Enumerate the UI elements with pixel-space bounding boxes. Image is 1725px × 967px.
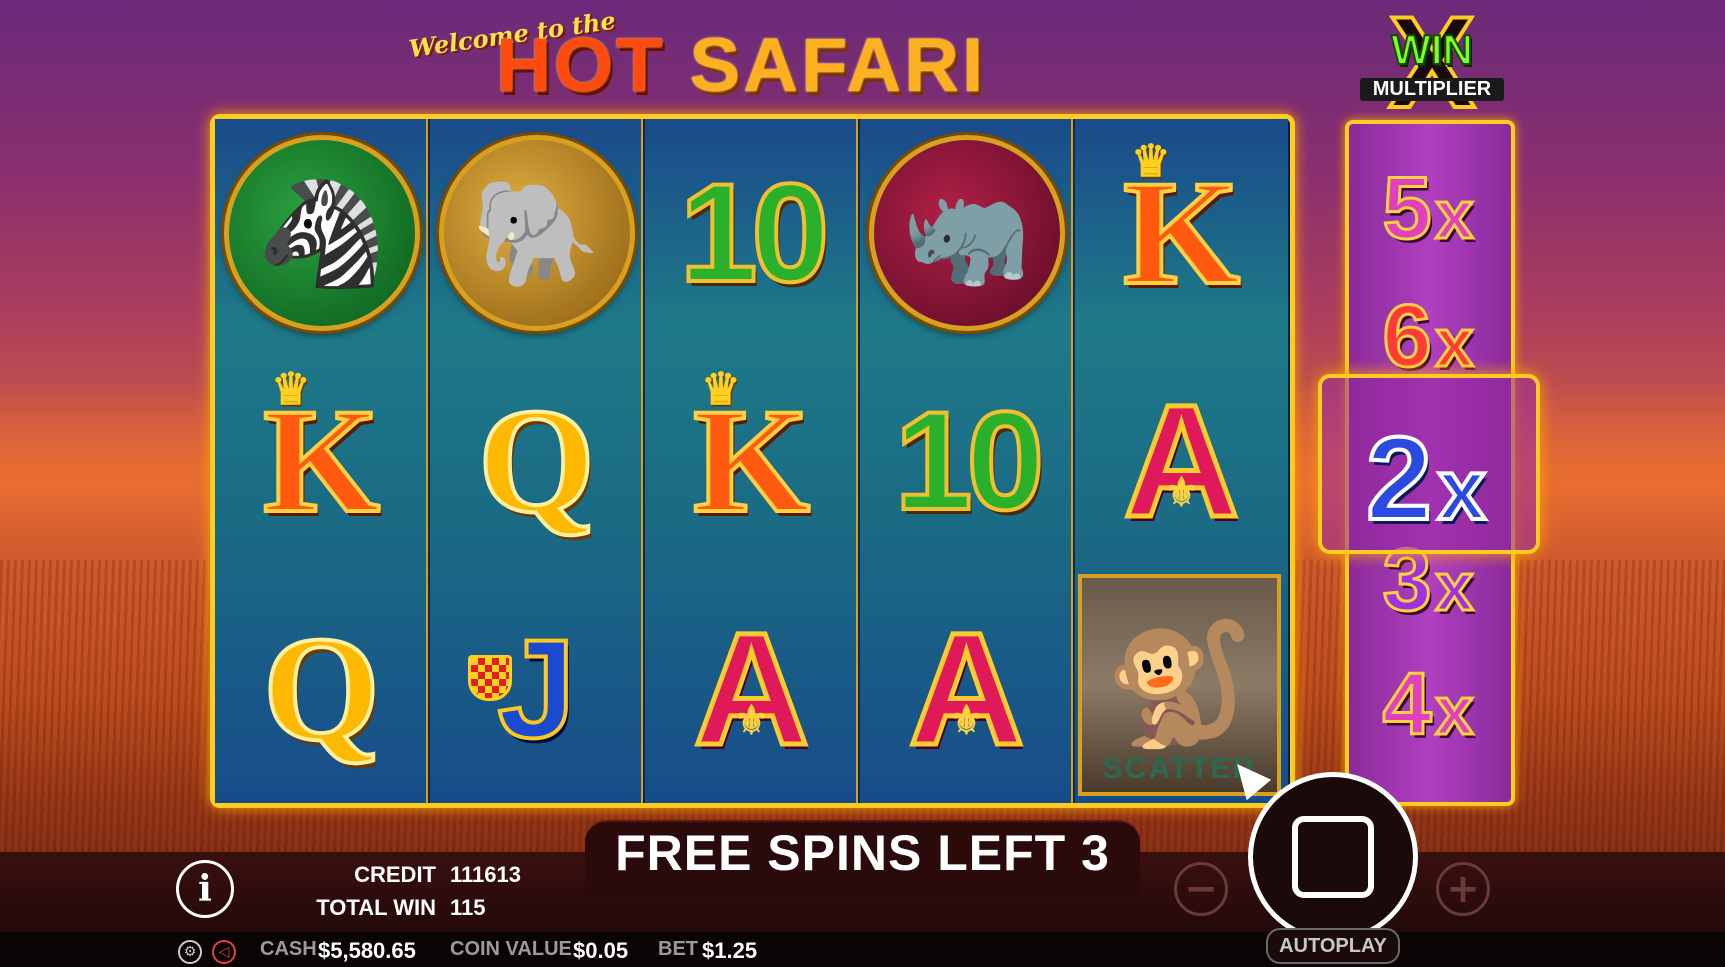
fleur-de-lis-icon: ⚜: [733, 699, 770, 743]
fleur-de-lis-icon: ⚜: [948, 699, 985, 743]
credit-value: 111613: [450, 862, 521, 887]
reel-cell: 🦓: [215, 119, 428, 347]
info-button[interactable]: i: [176, 860, 234, 918]
reel-3: 10 K ♛ A ⚜: [645, 119, 858, 803]
fleur-de-lis-icon: ⚜: [1163, 471, 1200, 515]
card-label: 10: [678, 154, 832, 311]
reel-2: 🐘 Q J: [430, 119, 643, 803]
card-symbol-a: A ⚜: [1121, 371, 1242, 550]
multiplier-item: 6x: [1349, 290, 1511, 381]
multiplier-suffix: x: [1434, 305, 1478, 381]
multiplier-win-text: WIN: [1390, 25, 1474, 74]
win-multiplier-logo: X WIN MULTIPLIER: [1332, 0, 1532, 129]
stop-icon: [1292, 816, 1374, 898]
reel-cell: K ♛: [645, 347, 858, 575]
multiplier-active-suffix: x: [1436, 442, 1492, 538]
bet-value: $1.25: [702, 938, 758, 963]
reel-cell: A ⚜: [1075, 347, 1288, 575]
reel-5: K ♛ A ⚜ 🐒 SCATTER: [1075, 119, 1288, 803]
multiplier-number: 4: [1381, 654, 1436, 753]
card-symbol-j: J: [467, 617, 577, 761]
reel-cell: A ⚜: [860, 575, 1073, 803]
speaker-icon[interactable]: ◁: [212, 940, 236, 964]
card-label: Q: [261, 606, 382, 772]
multiplier-number: 5: [1381, 158, 1436, 257]
card-symbol-a: A ⚜: [906, 599, 1027, 778]
card-label: A: [691, 599, 812, 778]
card-symbol-k: K ♛: [691, 368, 812, 539]
multiplier-number: 6: [1381, 286, 1436, 385]
card-label: 10: [893, 382, 1047, 539]
autoplay-button[interactable]: AUTOPLAY: [1266, 928, 1400, 964]
mandrill-icon: 🐒: [1104, 615, 1255, 754]
total-win-value: 115: [450, 895, 486, 920]
card-label: Q: [476, 378, 597, 544]
multiplier-item: 4x: [1349, 658, 1511, 749]
reel-cell: K ♛: [215, 347, 428, 575]
reel-cell: 🦏: [860, 119, 1073, 347]
card-symbol-k: K ♛: [1121, 140, 1242, 311]
elephant-symbol: 🐘: [438, 135, 635, 331]
zebra-icon: 🦓: [256, 172, 387, 294]
reel-cell: Q: [430, 347, 643, 575]
shield-icon: [467, 655, 512, 701]
card-label: A: [906, 599, 1027, 778]
crown-icon: ♛: [271, 365, 311, 414]
footer-strip: [0, 932, 1725, 967]
multiplier-label: MULTIPLIER: [1360, 78, 1504, 101]
multiplier-active-value: 2x: [1318, 418, 1540, 540]
cash-value: $5,580.65: [318, 938, 416, 963]
card-symbol-10: 10: [893, 382, 1047, 539]
card-symbol-10: 10: [678, 154, 832, 311]
card-symbol-a: A ⚜: [691, 599, 812, 778]
multiplier-item: 5x: [1349, 162, 1511, 253]
cash-label: CASH: [260, 938, 317, 960]
total-win-label: TOTAL WIN: [316, 895, 436, 920]
card-symbol-q: Q: [476, 378, 597, 544]
card-symbol-k: K ♛: [261, 368, 382, 539]
card-label: A: [1121, 371, 1242, 550]
logo-title: HOT SAFARI: [496, 28, 986, 104]
coin-value: $0.05: [573, 938, 629, 963]
multiplier-active-number: 2: [1364, 413, 1438, 545]
bet-plus-button[interactable]: +: [1436, 862, 1490, 916]
stop-button[interactable]: [1248, 772, 1418, 942]
reel-cell: Q: [215, 575, 428, 803]
crown-icon: ♛: [1131, 137, 1171, 186]
reel-1: 🦓 K ♛ Q: [215, 119, 428, 803]
coin-value-label: COIN VALUE: [450, 938, 572, 960]
reel-cell: A ⚜: [645, 575, 858, 803]
reel-cell: K ♛: [1075, 119, 1288, 347]
rhino-icon: 🦏: [901, 172, 1032, 294]
credit-label: CREDIT: [354, 862, 436, 887]
game-logo: Welcome to the HOT SAFARI: [400, 6, 1020, 106]
multiplier-suffix: x: [1434, 549, 1478, 625]
card-symbol-q: Q: [261, 606, 382, 772]
zebra-symbol: 🦓: [223, 135, 420, 331]
bet-minus-button[interactable]: −: [1174, 862, 1228, 916]
crown-icon: ♛: [701, 365, 741, 414]
multiplier-suffix: x: [1434, 673, 1478, 749]
reels-frame: 🦓 K ♛ Q 🐘 Q J 10 K ♛ A ⚜ 🦏 10 A ⚜ K ♛ A ⚜ 🐒 SCATTER: [210, 114, 1295, 808]
multiplier-suffix: x: [1434, 177, 1478, 253]
free-spins-left: FREE SPINS LEFT 3: [615, 825, 1110, 881]
gear-icon[interactable]: ⚙: [178, 940, 202, 964]
elephant-icon: 🐘: [471, 172, 602, 294]
reel-cell: 🐘: [430, 119, 643, 347]
reel-cell: 10: [645, 119, 858, 347]
reel-cell: J: [430, 575, 643, 803]
reel-cell: 10: [860, 347, 1073, 575]
reel-4: 🦏 10 A ⚜: [860, 119, 1073, 803]
rhino-symbol: 🦏: [868, 135, 1065, 331]
logo-safari: SAFARI: [689, 23, 987, 108]
logo-hot: HOT: [496, 23, 666, 108]
bet-label: BET: [658, 938, 698, 960]
